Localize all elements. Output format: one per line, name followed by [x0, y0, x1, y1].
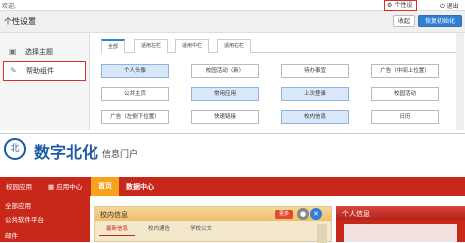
- logout-icon: ⏻: [440, 3, 445, 10]
- campus-info-title: 校内信息: [100, 211, 128, 219]
- profile-panel: 个人信息: [336, 206, 465, 242]
- tab-campus-notices[interactable]: 校内通告: [141, 224, 177, 236]
- nav-app-center-label: 应用中心: [56, 183, 83, 191]
- profile-header: 个人信息: [336, 206, 465, 220]
- more-button[interactable]: 更多: [275, 210, 293, 219]
- settings-title: 个性设置: [4, 17, 36, 26]
- component-item[interactable]: 公共主页: [101, 87, 169, 101]
- settings-circle-icon[interactable]: ●: [297, 208, 309, 220]
- wrench-icon: ✎: [10, 66, 17, 75]
- nav-app-center[interactable]: ▦ 应用中心: [48, 181, 82, 191]
- profile-title: 个人信息: [342, 210, 370, 218]
- university-logo: 北: [4, 138, 26, 160]
- tab-all[interactable]: 全部: [101, 39, 125, 53]
- menu-item-mail[interactable]: 邮件: [5, 230, 18, 240]
- menu-item-public-software[interactable]: 公共软件平台: [5, 214, 44, 224]
- campus-info-panel: 校内信息 更多 ● ✕ 最新信息 校内通告 学校公文: [94, 206, 332, 243]
- restore-default-button[interactable]: 恢复初始化: [418, 15, 462, 27]
- personalize-link[interactable]: ⚙ 个性设置: [384, 0, 417, 18]
- sidebar-item-components[interactable]: ✎ 帮助组件: [3, 61, 86, 81]
- component-item[interactable]: 日历: [371, 110, 439, 124]
- component-item[interactable]: 校园活动（新）: [191, 64, 259, 78]
- personalize-icon: ⚙: [387, 2, 393, 9]
- menu-item-all-apps[interactable]: 全部应用: [5, 200, 31, 210]
- top-bar: 欢迎, ⚙ 个性设置 ⏻ 退出: [0, 0, 465, 18]
- component-item[interactable]: 待办事宜: [281, 64, 349, 78]
- settings-scrollbar[interactable]: [456, 33, 464, 130]
- component-item[interactable]: 快速链接: [191, 110, 259, 124]
- logout-link[interactable]: ⏻ 退出: [440, 1, 459, 11]
- component-item[interactable]: 常用应用: [191, 87, 259, 101]
- profile-body: [344, 224, 457, 242]
- portal-preview: 北 数字北化 信息门户 校园应用 ▦ 应用中心 首页 数据中心 全部应用 公共软…: [0, 133, 465, 243]
- close-icon[interactable]: ✕: [310, 208, 322, 220]
- component-item[interactable]: 校园活动: [371, 87, 439, 101]
- theme-icon: ▣: [9, 47, 17, 56]
- component-item[interactable]: 广告（中间上位置）: [371, 64, 439, 78]
- sidebar-item-label: 帮助组件: [26, 67, 54, 75]
- campus-info-header: 校内信息 更多 ● ✕: [95, 207, 331, 221]
- tab-right-column[interactable]: 适用右栏: [217, 39, 251, 53]
- tab-middle-column[interactable]: 适用中栏: [175, 39, 209, 53]
- tab-latest-info[interactable]: 最新信息: [99, 224, 135, 236]
- component-item[interactable]: 上次登录: [281, 87, 349, 101]
- tab-school-documents[interactable]: 学校公文: [183, 224, 219, 236]
- tab-left-column[interactable]: 适用左栏: [134, 39, 168, 53]
- portal-brand: 数字北化: [34, 143, 99, 162]
- settings-sidebar: ▣ 选择主题 ✎ 帮助组件: [0, 33, 90, 130]
- brand-divider: [94, 146, 95, 160]
- portal-subtitle: 信息门户: [102, 150, 139, 160]
- component-tabs: 全部 适用左栏 适用中栏 适用右栏: [101, 39, 461, 53]
- component-item[interactable]: 校内信息: [281, 110, 349, 124]
- logout-label: 退出: [446, 3, 459, 10]
- welcome-text: 欢迎,: [2, 3, 16, 10]
- portal-left-menu: 全部应用 公共软件平台 邮件: [0, 196, 90, 242]
- portal-navbar: 校园应用 ▦ 应用中心 首页 数据中心: [0, 177, 465, 196]
- campus-info-scrollbar[interactable]: [317, 224, 327, 243]
- grid-icon: ▦: [48, 183, 55, 191]
- sidebar-item-theme[interactable]: ▣ 选择主题: [3, 43, 86, 63]
- sidebar-item-label: 选择主题: [25, 48, 53, 56]
- component-item[interactable]: 个人头像: [101, 64, 169, 78]
- collapse-button[interactable]: 收起: [393, 15, 415, 27]
- nav-data-center[interactable]: 数据中心: [126, 182, 154, 192]
- components-panel: 全部 适用左栏 适用中栏 适用右栏 个人头像 校园活动（新） 待办事宜 广告（中…: [91, 33, 465, 130]
- nav-home[interactable]: 首页: [91, 177, 119, 196]
- nav-campus-apps[interactable]: 校园应用: [6, 181, 32, 191]
- component-item[interactable]: 广告（左侧下位置）: [101, 110, 169, 124]
